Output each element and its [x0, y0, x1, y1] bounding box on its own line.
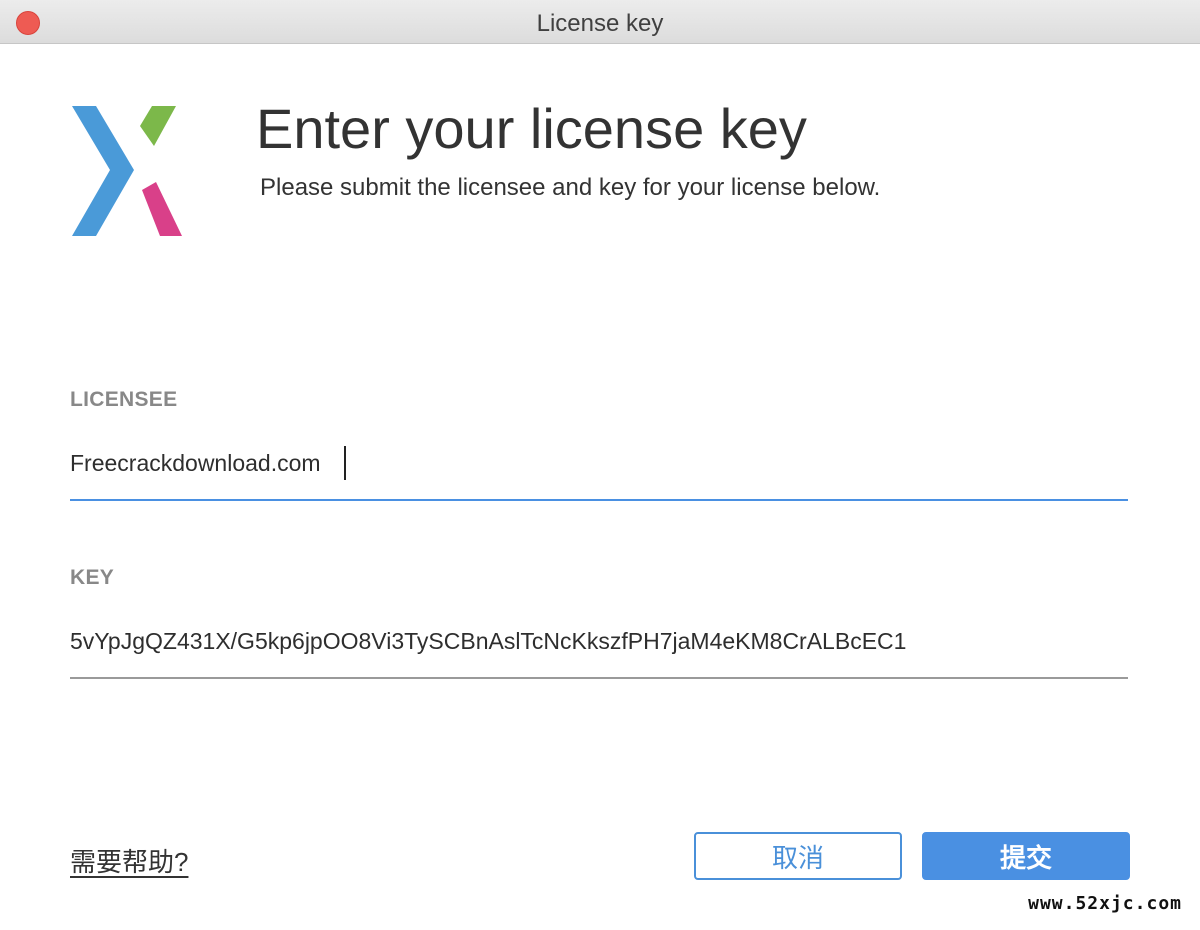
watermark: www.52xjc.com — [1028, 893, 1182, 914]
window-title: License key — [536, 10, 664, 37]
help-link[interactable]: 需要帮助? — [70, 842, 188, 879]
licensee-input[interactable] — [70, 440, 1128, 486]
licensee-label: LICENSEE — [70, 388, 178, 411]
key-underline — [70, 677, 1128, 679]
key-input[interactable] — [70, 618, 1128, 664]
key-label: KEY — [70, 566, 115, 589]
page-subheading: Please submit the licensee and key for y… — [260, 174, 881, 201]
licensee-underline — [70, 499, 1128, 501]
page-heading: Enter your license key — [256, 97, 807, 160]
x-chevron-logo-icon — [72, 106, 182, 236]
text-caret — [344, 446, 346, 480]
titlebar: License key — [0, 0, 1200, 44]
cancel-button[interactable]: 取消 — [694, 832, 902, 880]
submit-button[interactable]: 提交 — [922, 832, 1130, 880]
